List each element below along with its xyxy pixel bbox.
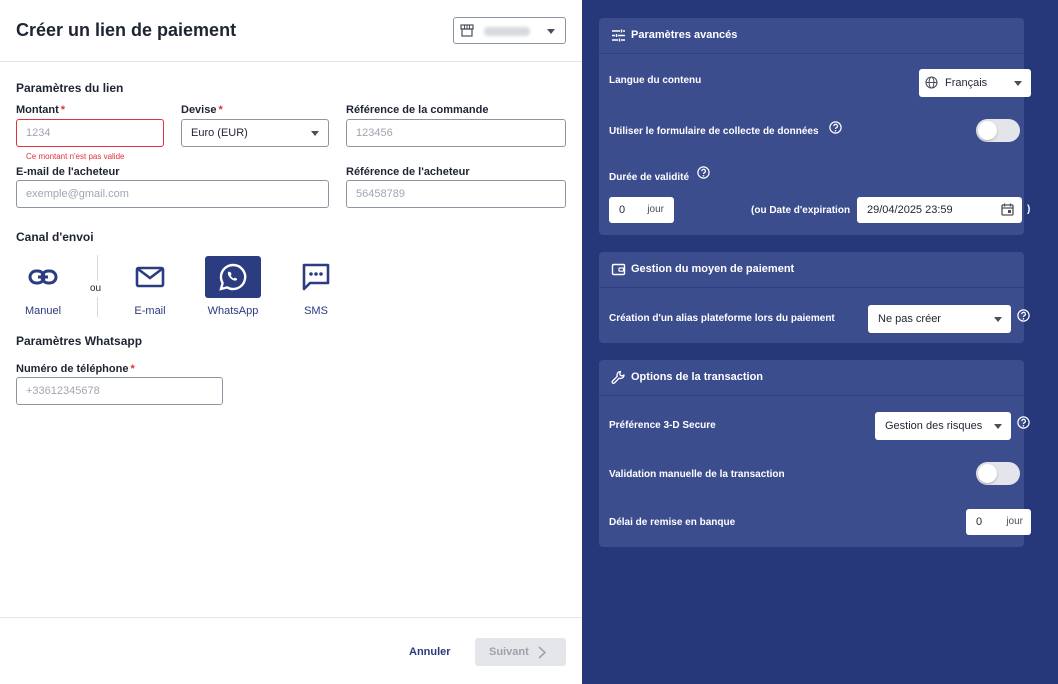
order-ref-label: Référence de la commande (346, 104, 489, 116)
currency-value: Euro (EUR) (191, 127, 248, 139)
cancel-button[interactable]: Annuler (409, 646, 451, 658)
data-form-toggle[interactable] (976, 119, 1020, 142)
manual-validation-label: Validation manuelle de la transaction (609, 469, 785, 480)
3ds-label: Préférence 3-D Secure (609, 420, 716, 431)
transaction-options-title: Options de la transaction (631, 371, 764, 383)
alias-label: Création d'un alias plateforme lors du p… (609, 313, 835, 324)
channel-label: E-mail (134, 305, 166, 317)
settings-panel: Paramètres avancés Langue du contenu Fra… (582, 0, 1058, 684)
bank-delay-value: 0 (976, 516, 983, 528)
buyer-ref-input[interactable]: 56458789 (346, 180, 566, 208)
validity-days-value: 0 (619, 204, 626, 216)
channel-sms[interactable]: SMS (288, 256, 344, 320)
chevron-down-icon (994, 424, 1002, 429)
channel-email-icon-box (122, 256, 178, 298)
toggle-knob (978, 464, 997, 483)
sms-icon (302, 263, 330, 291)
buyer-ref-label: Référence de l'acheteur (346, 166, 470, 178)
alias-value: Ne pas créer (878, 313, 941, 325)
whatsapp-params-title: Paramètres Whatsapp (16, 334, 143, 348)
next-button-label: Suivant (489, 646, 529, 658)
chevron-down-icon (994, 317, 1002, 322)
calendar-icon[interactable] (1001, 203, 1014, 216)
channel-whatsapp-icon-box (205, 256, 261, 298)
link-icon (28, 269, 58, 285)
store-icon (460, 24, 474, 37)
bank-delay-unit: jour (1006, 516, 1023, 527)
payment-method-header: Gestion du moyen de paiement (599, 252, 1024, 288)
order-ref-input[interactable]: 123456 (346, 119, 566, 147)
chevron-down-icon (547, 29, 555, 34)
transaction-options-card: Options de la transaction Préférence 3-D… (599, 360, 1031, 547)
buyer-email-label: E-mail de l'acheteur (16, 166, 120, 178)
help-icon[interactable] (1017, 309, 1030, 322)
link-params-title: Paramètres du lien (16, 81, 124, 95)
advanced-settings-header: Paramètres avancés (599, 18, 1024, 54)
chevron-down-icon (1014, 81, 1022, 86)
channel-label: SMS (304, 305, 328, 317)
expiry-date-value: 29/04/2025 23:59 (867, 204, 953, 216)
data-form-label: Utiliser le formulaire de collecte de do… (609, 126, 819, 137)
whatsapp-icon (219, 263, 247, 291)
3ds-select[interactable]: Gestion des risques (875, 412, 1011, 440)
divider (97, 297, 98, 317)
shop-name-blurred (484, 27, 530, 36)
expiry-date-input[interactable]: 29/04/2025 23:59 (857, 197, 1022, 223)
validity-unit: jour (647, 204, 664, 215)
help-icon[interactable] (1017, 416, 1030, 429)
mail-icon (135, 266, 165, 288)
expiry-prefix: (ou Date d'expiration (751, 205, 851, 216)
language-label: Langue du contenu (609, 75, 702, 86)
amount-input[interactable]: 1234 (16, 119, 164, 147)
channel-sms-icon-box (288, 256, 344, 298)
channel-email[interactable]: E-mail (122, 256, 178, 320)
help-icon[interactable] (829, 121, 842, 134)
payment-link-form: Créer un lien de paiement Paramètres du … (0, 0, 582, 684)
currency-label: Devise * (181, 104, 223, 116)
wallet-icon (611, 263, 626, 276)
shop-select[interactable] (453, 17, 566, 44)
form-header: Créer un lien de paiement (0, 0, 582, 62)
channel-label: Manuel (24, 305, 62, 317)
payment-method-card: Gestion du moyen de paiement Création d'… (599, 252, 1030, 343)
amount-error: Ce montant n'est pas valide (26, 152, 125, 161)
3ds-value: Gestion des risques (885, 420, 983, 432)
next-button[interactable]: Suivant (475, 638, 566, 666)
language-select[interactable]: Français (919, 69, 1031, 97)
sliders-icon (612, 29, 625, 42)
divider (97, 255, 98, 281)
or-text: ou (90, 283, 102, 294)
channel-manual[interactable]: Manuel (15, 256, 71, 320)
toggle-knob (978, 121, 997, 140)
page-title: Créer un lien de paiement (16, 20, 237, 40)
language-value: Français (945, 77, 988, 89)
help-icon[interactable] (697, 166, 710, 179)
advanced-settings-title: Paramètres avancés (631, 29, 738, 41)
currency-select[interactable]: Euro (EUR) (181, 119, 329, 147)
globe-icon (925, 76, 938, 89)
buyer-email-input[interactable]: exemple@gmail.com (16, 180, 329, 208)
bank-delay-label: Délai de remise en banque (609, 517, 736, 528)
phone-input[interactable]: +33612345678 (16, 377, 223, 405)
transaction-options-header: Options de la transaction (599, 360, 1024, 396)
payment-method-title: Gestion du moyen de paiement (631, 263, 795, 275)
wrench-icon (611, 370, 625, 384)
amount-label: Montant * (16, 104, 66, 116)
alias-select[interactable]: Ne pas créer (868, 305, 1011, 333)
advanced-settings-card: Paramètres avancés Langue du contenu Fra… (599, 18, 1031, 235)
validity-label: Durée de validité (609, 172, 690, 183)
form-footer: Annuler Suivant (0, 617, 582, 684)
channel-whatsapp[interactable]: WhatsApp (205, 256, 261, 320)
validity-days-input[interactable]: 0 jour (609, 197, 674, 223)
channel-label: WhatsApp (207, 305, 259, 317)
chevron-down-icon (311, 131, 319, 136)
expiry-suffix: ) (1027, 204, 1031, 215)
manual-validation-toggle[interactable] (976, 462, 1020, 485)
phone-label: Numéro de téléphone * (16, 363, 135, 375)
channel-manual-icon-box (15, 256, 71, 298)
chevron-right-icon (538, 646, 546, 659)
bank-delay-input[interactable]: 0 jour (966, 509, 1031, 535)
channel-title: Canal d'envoi (16, 230, 94, 244)
